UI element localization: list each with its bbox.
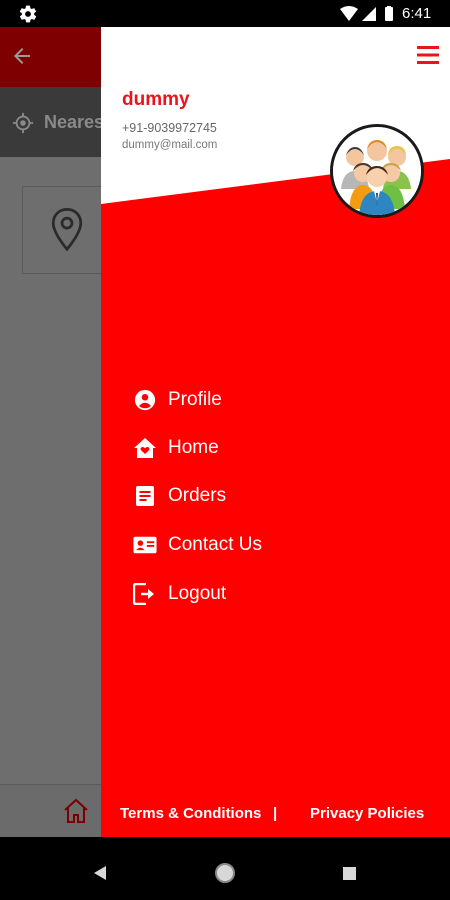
nav-back-icon[interactable] [92,865,108,881]
menu-item-profile[interactable]: Profile [133,383,373,417]
system-nav-bar [0,837,450,900]
account-circle-icon [133,388,157,412]
hamburger-menu-icon[interactable] [417,45,439,65]
gps-target-icon [12,112,34,134]
menu-item-label: Logout [168,583,227,604]
nav-home-icon[interactable] [215,863,235,883]
menu-item-label: Home [168,437,219,458]
user-group-avatar-icon [333,127,421,215]
user-phone: +91-9039972745 [122,121,217,135]
footer-separator: | [273,805,278,822]
location-pin-icon [51,208,83,252]
status-icons [340,6,393,21]
user-name: dummy [122,89,190,110]
menu-item-label: Profile [168,389,222,410]
status-bar: 6:41 [0,0,450,27]
cell-signal-icon [362,7,376,21]
menu-item-label: Orders [168,485,227,506]
home-icon[interactable] [62,798,90,824]
navigation-drawer: dummy +91-9039972745 dummy@mail.com Prof… [101,27,450,837]
home-heart-icon [133,436,157,460]
user-email: dummy@mail.com [122,139,218,151]
nav-recents-icon[interactable] [343,867,356,880]
menu-item-label: Contact Us [168,534,262,555]
battery-icon [385,7,393,21]
settings-gear-icon [19,5,37,23]
menu-item-orders[interactable]: Orders [133,479,373,513]
clock: 6:41 [402,5,432,22]
menu-item-logout[interactable]: Logout [133,577,373,611]
terms-link[interactable]: Terms & Conditions [120,805,261,822]
privacy-link[interactable]: Privacy Policies [310,805,424,822]
avatar[interactable] [330,124,424,218]
receipt-icon [133,484,157,508]
logout-icon [133,582,157,606]
nearest-label: Neares [44,112,105,132]
wifi-icon [340,6,358,21]
drawer-footer: Terms & Conditions | Privacy Policies [101,805,450,829]
menu-item-home[interactable]: Home [133,431,373,465]
back-arrow-icon[interactable] [10,44,34,68]
contact-card-icon [133,533,157,557]
menu-item-contact-us[interactable]: Contact Us [133,528,373,562]
